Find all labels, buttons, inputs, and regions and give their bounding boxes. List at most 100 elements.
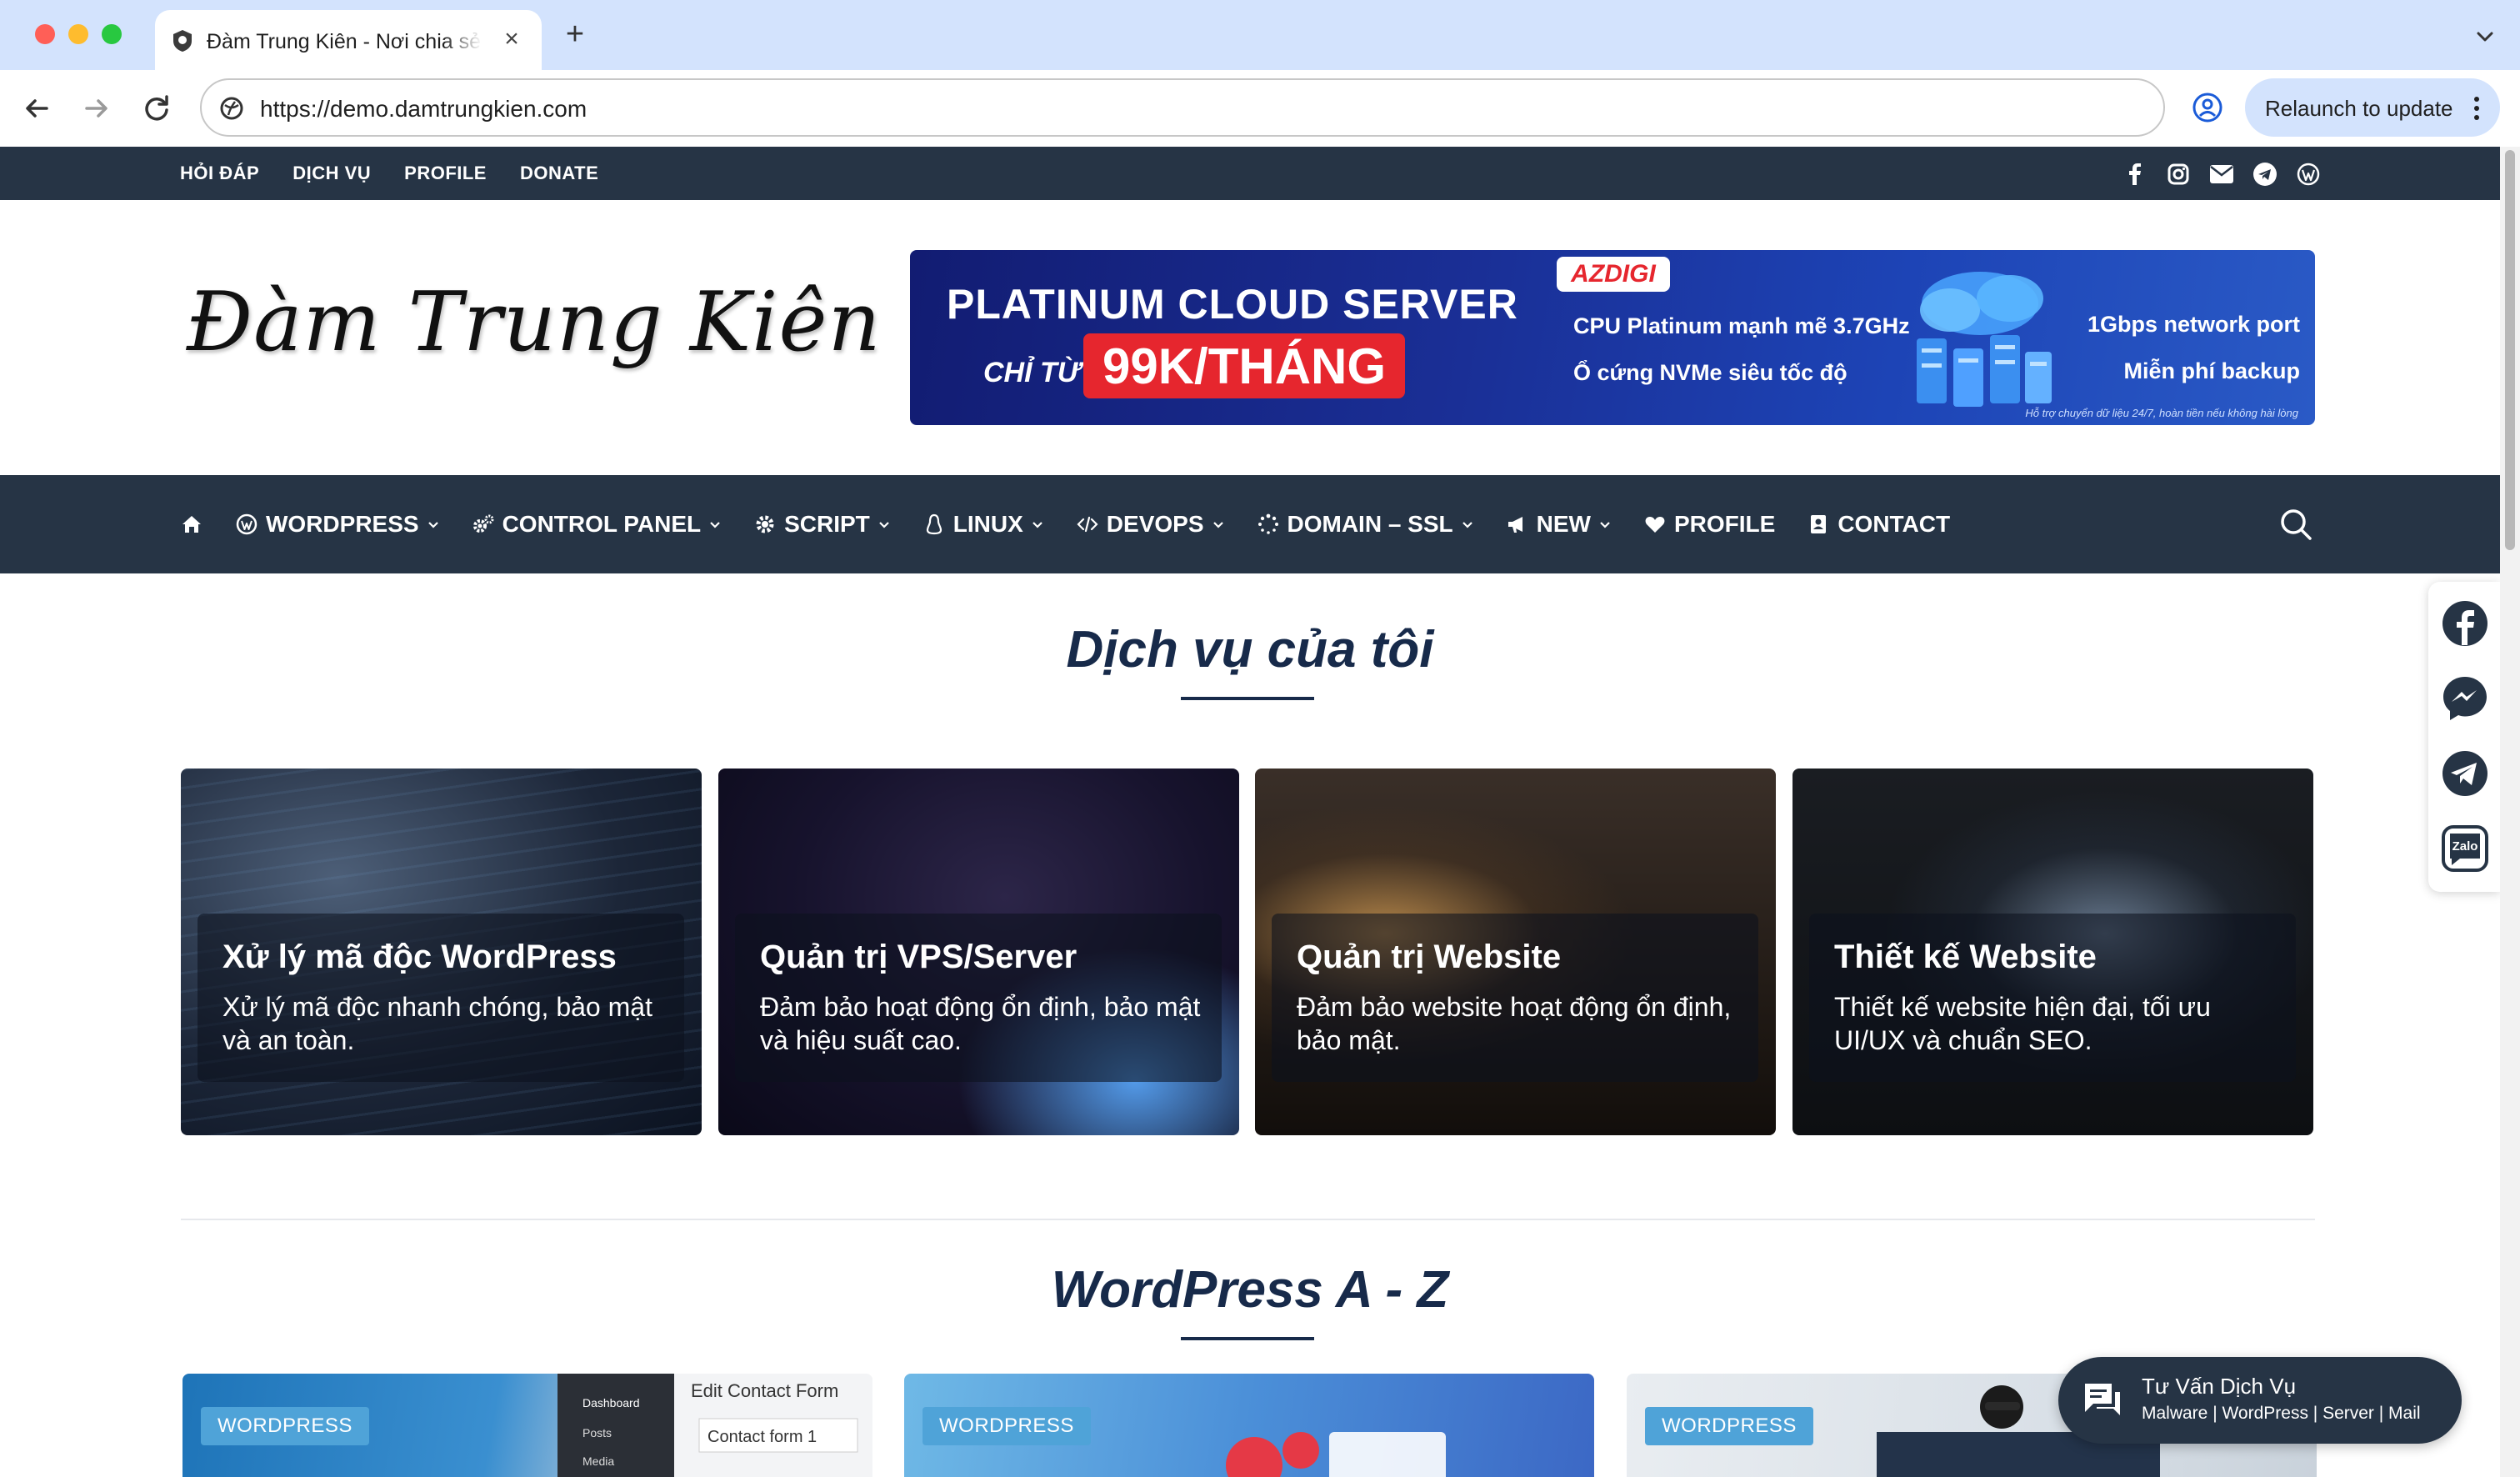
thumb-edit-contact-form: Edit Contact Form [691, 1380, 838, 1401]
chevron-down-icon [879, 522, 889, 528]
nav-control-panel-label: CONTROL PANEL [502, 511, 702, 537]
browser-tab-bar: Đàm Trung Kiên - Nơi chia sẻ kiến thức ×… [0, 0, 2520, 70]
profile-avatar-icon[interactable] [2188, 88, 2227, 127]
chevron-down-icon [1212, 522, 1223, 528]
more-vertical-icon [2474, 97, 2479, 120]
floating-social-bar: Zalo [2428, 582, 2500, 892]
card-description: Xử lý mã độc nhanh chóng, bảo mật và an … [222, 992, 652, 1055]
spinner-icon [1258, 513, 1278, 534]
post-category-badge[interactable]: WORDPRESS [1645, 1407, 1813, 1445]
heart-icon [1645, 517, 1665, 533]
site-info-icon[interactable] [218, 95, 245, 122]
telegram-icon[interactable] [2440, 749, 2490, 799]
nav-home[interactable] [180, 513, 203, 536]
site-top-bar: HỎI ĐÁP DỊCH VỤ PROFILE DONATE [0, 147, 2500, 200]
top-nav-dich-vu[interactable]: DỊCH VỤ [292, 163, 371, 184]
nav-script[interactable]: SCRIPT [753, 511, 891, 538]
nav-control-panel[interactable]: CONTROL PANEL [472, 511, 722, 538]
nav-profile-label: PROFILE [1673, 511, 1776, 537]
top-nav-hoi-dap[interactable]: HỎI ĐÁP [180, 163, 259, 184]
services-heading: Dịch vụ của tôi [1066, 621, 1434, 678]
banner-footnote: Hỗ trợ chuyển dữ liệu 24/7, hoàn tiền nế… [2025, 407, 2298, 419]
tab-close-icon[interactable]: × [500, 27, 523, 52]
nav-domain-ssl[interactable]: DOMAIN – SSL [1257, 511, 1474, 538]
contact-icon [1811, 515, 1827, 533]
banner-feature-network: 1Gbps network port [2087, 312, 2300, 337]
search-icon[interactable] [2278, 507, 2313, 542]
reload-icon[interactable] [137, 88, 177, 128]
messenger-icon[interactable] [2440, 673, 2490, 723]
telegram-icon[interactable] [2252, 162, 2278, 187]
site-logo[interactable]: Đàm Trung Kiên [187, 275, 882, 370]
chat-subtitle: Malware | WordPress | Server | Mail [2142, 1404, 2421, 1423]
nav-wordpress[interactable]: WORDPRESS [235, 511, 440, 538]
zalo-label: Zalo [2452, 839, 2478, 854]
card-title: Thiết kế Website [1834, 939, 2097, 975]
nav-linux[interactable]: LINUX [922, 511, 1044, 538]
page-scrollbar[interactable] [2500, 147, 2520, 1477]
top-nav-profile[interactable]: PROFILE [404, 163, 487, 184]
window-zoom-button[interactable] [102, 24, 122, 44]
zalo-icon[interactable]: Zalo [2440, 824, 2490, 874]
nav-new[interactable]: NEW [1506, 511, 1612, 538]
post-category-badge[interactable]: WORDPRESS [922, 1407, 1091, 1445]
scrollbar-thumb[interactable] [2505, 150, 2515, 550]
nav-linux-label: LINUX [952, 511, 1023, 537]
facebook-icon[interactable] [2440, 598, 2490, 648]
wordpress-icon [236, 513, 258, 535]
banner-feature-cpu: CPU Platinum mạnh mẽ 3.7GHz [1573, 313, 1910, 338]
services-heading-underline [1181, 697, 1314, 700]
home-icon [182, 516, 201, 533]
address-bar[interactable]: https://demo.damtrungkien.com [200, 78, 2165, 137]
banner-feature-nvme: Ổ cứng NVMe siêu tốc độ [1573, 360, 1848, 385]
card-title: Xử lý mã độc WordPress [222, 939, 617, 975]
chevron-down-icon [710, 522, 720, 528]
browser-tab-active[interactable]: Đàm Trung Kiên - Nơi chia sẻ kiến thức × [155, 10, 542, 70]
nav-profile[interactable]: PROFILE [1643, 511, 1775, 538]
post-category-badge[interactable]: WORDPRESS [201, 1407, 369, 1445]
post-thumbnail-social-icon [1226, 1432, 1446, 1477]
megaphone-icon [1508, 517, 1522, 533]
url-text: https://demo.damtrungkien.com [260, 96, 588, 122]
card-description: Đảm bảo website hoạt động ổn định, bảo m… [1297, 992, 1732, 1055]
wordpress-icon[interactable] [2295, 162, 2322, 187]
chevron-down-icon [1462, 522, 1472, 528]
instagram-icon[interactable] [2165, 162, 2192, 187]
service-card-website-admin[interactable]: Quản trị Website Đảm bảo website hoạt độ… [1255, 769, 1776, 1135]
tab-search-chevron-icon[interactable] [2468, 20, 2502, 53]
gear-icon [756, 515, 774, 533]
new-tab-button[interactable]: + [558, 18, 592, 52]
wordpress-heading-underline [1181, 1337, 1314, 1340]
service-card-malware[interactable]: Xử lý mã độc WordPress Xử lý mã độc nhan… [181, 769, 702, 1135]
thumb-contact-form-1: Contact form 1 [708, 1428, 817, 1446]
banner-feature-backup: Miễn phí backup [2123, 358, 2300, 383]
top-nav-donate[interactable]: DONATE [520, 163, 598, 184]
hosting-ad-banner[interactable]: PLATINUM CLOUD SERVER CHỈ TỪ 99K/THÁNG A… [910, 250, 2315, 425]
cloud-server-illustration-icon [1917, 272, 2052, 407]
banner-from-label: CHỈ TỪ [983, 357, 1081, 388]
service-card-web-design[interactable]: Thiết kế Website Thiết kế website hiện đ… [1792, 769, 2313, 1135]
window-minimize-button[interactable] [68, 24, 88, 44]
relaunch-update-button[interactable]: Relaunch to update [2245, 78, 2500, 137]
post-card[interactable]: WORDPRESS [904, 1374, 1594, 1477]
code-icon [1077, 516, 1098, 533]
top-social-links [2122, 162, 2322, 187]
post-card[interactable]: Dashboard Posts Media Edit Contact Form … [182, 1374, 872, 1477]
consult-chat-button[interactable]: Tư Vấn Dịch Vụ Malware | WordPress | Ser… [2058, 1357, 2462, 1444]
forward-arrow-icon[interactable] [77, 88, 117, 128]
facebook-icon[interactable] [2122, 162, 2148, 187]
card-title: Quản trị VPS/Server [760, 939, 1078, 975]
chevron-down-icon [1032, 522, 1042, 528]
main-nav: WORDPRESS CONTROL PANEL SCRIPT LINUX DEV… [0, 475, 2500, 573]
relaunch-label: Relaunch to update [2265, 96, 2453, 121]
banner-title: PLATINUM CLOUD SERVER [947, 281, 1518, 328]
nav-contact[interactable]: CONTACT [1807, 511, 1950, 538]
thumb-menu-dashboard: Dashboard [582, 1396, 640, 1409]
post-thumbnail-dashboard-icon: Dashboard Posts Media Edit Contact Form … [558, 1374, 872, 1477]
nav-devops-label: DEVOPS [1106, 511, 1204, 537]
mail-icon[interactable] [2208, 162, 2235, 187]
back-arrow-icon[interactable] [17, 88, 57, 128]
nav-devops[interactable]: DEVOPS [1076, 511, 1225, 538]
service-card-vps[interactable]: Quản trị VPS/Server Đảm bảo hoạt động ổn… [718, 769, 1239, 1135]
window-close-button[interactable] [35, 24, 55, 44]
